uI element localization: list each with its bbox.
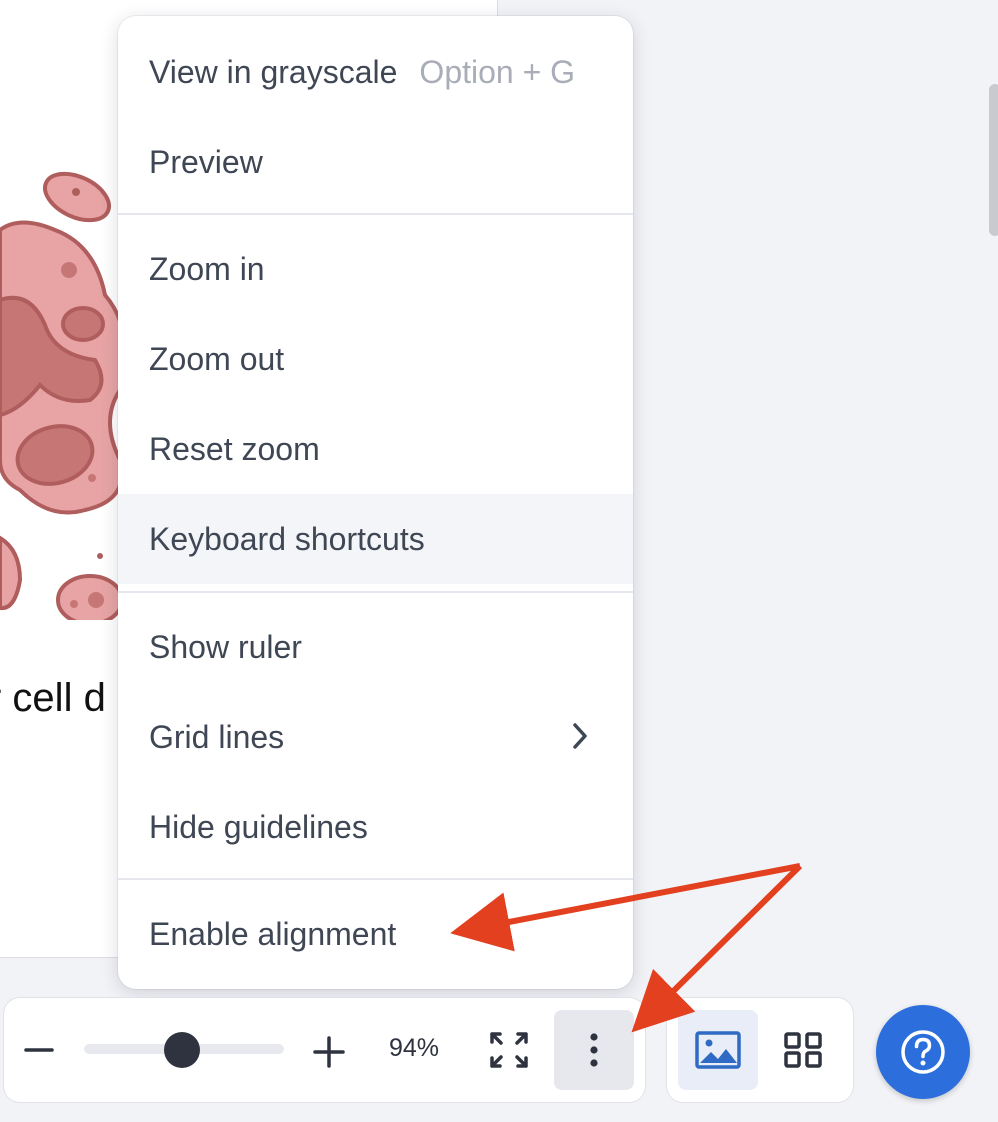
menu-item-label: Preview [149,143,263,180]
zoom-level-readout[interactable]: 94% [369,1034,459,1063]
help-button[interactable] [876,1005,970,1099]
view-options-menu: View in grayscale Option + G Preview Zoo… [118,16,633,989]
menu-item-keyboard-shortcuts[interactable]: Keyboard shortcuts [118,494,633,584]
zoom-toolbar: 94% [4,998,645,1102]
menu-item-zoom-out[interactable]: Zoom out [118,314,633,404]
menu-item-label: Zoom in [149,250,265,287]
menu-item-enable-alignment[interactable]: Enable alignment [118,889,633,979]
plus-icon[interactable] [312,1035,346,1069]
cell-illustration[interactable] [0,160,130,620]
cell-blob-top [43,171,111,223]
menu-item-label: Enable alignment [149,915,397,952]
fullscreen-icon[interactable] [488,1030,530,1070]
more-options-button[interactable] [554,1010,634,1090]
minus-icon[interactable] [24,1035,54,1065]
menu-divider [118,878,633,880]
menu-item-label: Hide guidelines [149,808,368,845]
more-vertical-icon [590,1033,598,1067]
menu-item-shortcut: Option + G [419,53,576,90]
image-view-button[interactable] [678,1010,758,1090]
menu-item-hide-guidelines[interactable]: Hide guidelines [118,782,633,872]
canvas-caption-text[interactable]: r cell d [0,676,106,721]
menu-item-label: View in grayscale [149,53,398,90]
menu-item-label: Grid lines [149,718,285,755]
menu-item-label: Keyboard shortcuts [149,520,425,557]
menu-item-view-in-grayscale[interactable]: View in grayscale Option + G [118,27,633,117]
view-mode-toolbar [667,998,853,1102]
image-view-icon [695,1031,741,1069]
vertical-scrollbar-thumb[interactable] [989,84,998,236]
menu-item-zoom-in[interactable]: Zoom in [118,224,633,314]
menu-item-label: Zoom out [149,340,285,377]
menu-item-label: Reset zoom [149,430,320,467]
menu-divider [118,591,633,593]
menu-item-preview[interactable]: Preview [118,117,633,207]
zoom-slider-handle[interactable] [164,1032,200,1068]
help-icon [901,1030,945,1074]
menu-divider [118,213,633,215]
menu-item-label: Show ruler [149,628,302,665]
grid-view-icon[interactable] [783,1031,823,1069]
chevron-right-icon [573,723,587,749]
menu-item-reset-zoom[interactable]: Reset zoom [118,404,633,494]
menu-item-grid-lines[interactable]: Grid lines [118,692,633,782]
menu-item-show-ruler[interactable]: Show ruler [118,602,633,692]
